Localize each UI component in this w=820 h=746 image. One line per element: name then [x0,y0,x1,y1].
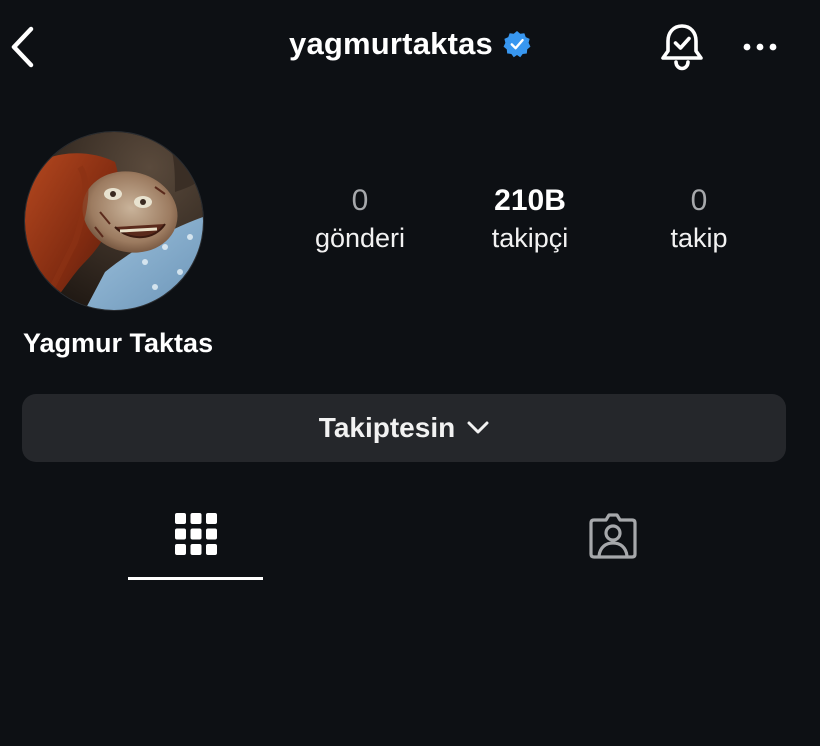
active-tab-indicator [128,577,263,580]
tab-posts-grid[interactable] [128,500,263,580]
posts-stat[interactable]: 0 gönderi [280,182,440,256]
followers-count: 210B [494,184,566,217]
following-button-label: Takiptesin [318,412,456,443]
profile-full-name: Yagmur Taktas [23,328,214,358]
tab-tagged[interactable] [545,500,680,580]
following-stat[interactable]: 0 takip [619,182,779,256]
username-title: yagmurtaktas [289,26,493,61]
following-dropdown-button[interactable]: Takiptesin [22,394,786,462]
more-options-button[interactable] [740,36,780,58]
profile-screen: yagmurtaktas 0 gönderi 210B takipçi 0 ta… [0,0,820,746]
bell-check-icon [661,24,703,71]
grid-icon [174,513,217,555]
tagged-user-icon [588,513,637,559]
followers-stat[interactable]: 210B takipçi [450,182,610,256]
following-count: 0 [690,184,708,217]
verified-badge-icon [503,31,531,58]
posts-label: gönderi [314,223,406,253]
posts-count: 0 [351,184,369,217]
followers-label: takipçi [491,223,569,253]
following-label: takip [670,223,728,253]
profile-stats: 0 gönderi 210B takipçi 0 takip [0,182,820,262]
chevron-down-icon [467,421,489,434]
notifications-button[interactable] [658,22,706,72]
more-horizontal-icon [743,43,777,51]
